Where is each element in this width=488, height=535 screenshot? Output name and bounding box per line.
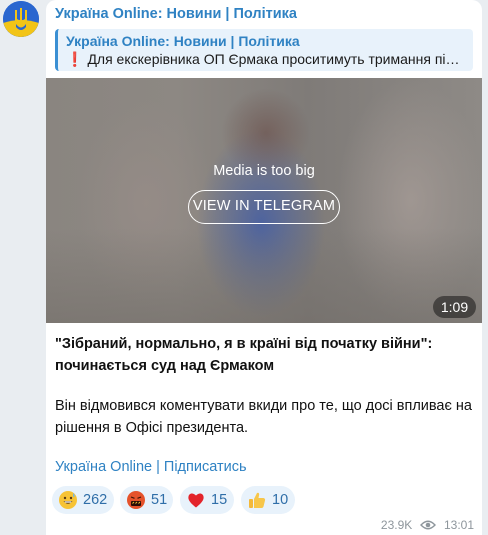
- reaction-count: 262: [83, 492, 108, 508]
- trident-logo-icon: [3, 1, 39, 37]
- reply-snippet: Для екскерівника ОП Єрмака проситимуть т…: [87, 51, 465, 67]
- reaction-count: 15: [211, 492, 228, 508]
- video-preview[interactable]: Media is too big VIEW IN TELEGRAM 1:09: [46, 78, 482, 323]
- post-body: Він відмовився коментувати вкиди про те,…: [55, 398, 472, 436]
- message-bubble: Україна Online: Новини | Політика Україн…: [46, 0, 482, 535]
- reply-preview[interactable]: Україна Online: Новини | Політика ❗ Для е…: [55, 29, 473, 71]
- reply-title: Україна Online: Новини | Політика: [66, 33, 300, 49]
- reaction-grinning-sweat[interactable]: 262: [52, 486, 114, 514]
- eye-icon: [419, 520, 436, 530]
- post-title: "Зібраний, нормально, я в країні від поч…: [55, 336, 433, 374]
- thumbs-up-icon: [249, 492, 266, 508]
- blurred-thumbnail-region: [46, 228, 482, 323]
- view-in-telegram-button[interactable]: VIEW IN TELEGRAM: [188, 190, 340, 224]
- exclamation-icon: ❗: [66, 51, 84, 67]
- video-duration-badge: 1:09: [433, 296, 476, 318]
- media-too-big-message: Media is too big: [213, 163, 315, 179]
- reaction-thumbs-up[interactable]: 10: [241, 486, 295, 514]
- post-time: 13:01: [443, 517, 474, 532]
- view-count: 23.9K: [380, 517, 413, 532]
- red-heart-icon: [188, 493, 204, 508]
- reaction-count: 10: [272, 492, 289, 508]
- reaction-red-heart[interactable]: 15: [180, 486, 234, 514]
- reaction-cursing-face[interactable]: 51: [120, 486, 173, 514]
- reaction-count: 51: [151, 492, 168, 508]
- message-footer: 23.9K 13:01: [381, 517, 474, 533]
- reply-text: ❗ Для екскерівника ОП Єрмака проситимуть …: [66, 50, 465, 69]
- channel-name[interactable]: Україна Online: Новини | Політика: [55, 6, 297, 22]
- grinning-face-with-sweat-icon: [59, 491, 77, 509]
- channel-avatar[interactable]: [3, 1, 39, 37]
- subscribe-link[interactable]: Україна Online | Підписатись: [55, 459, 247, 475]
- face-with-symbols-on-mouth-icon: [127, 491, 145, 509]
